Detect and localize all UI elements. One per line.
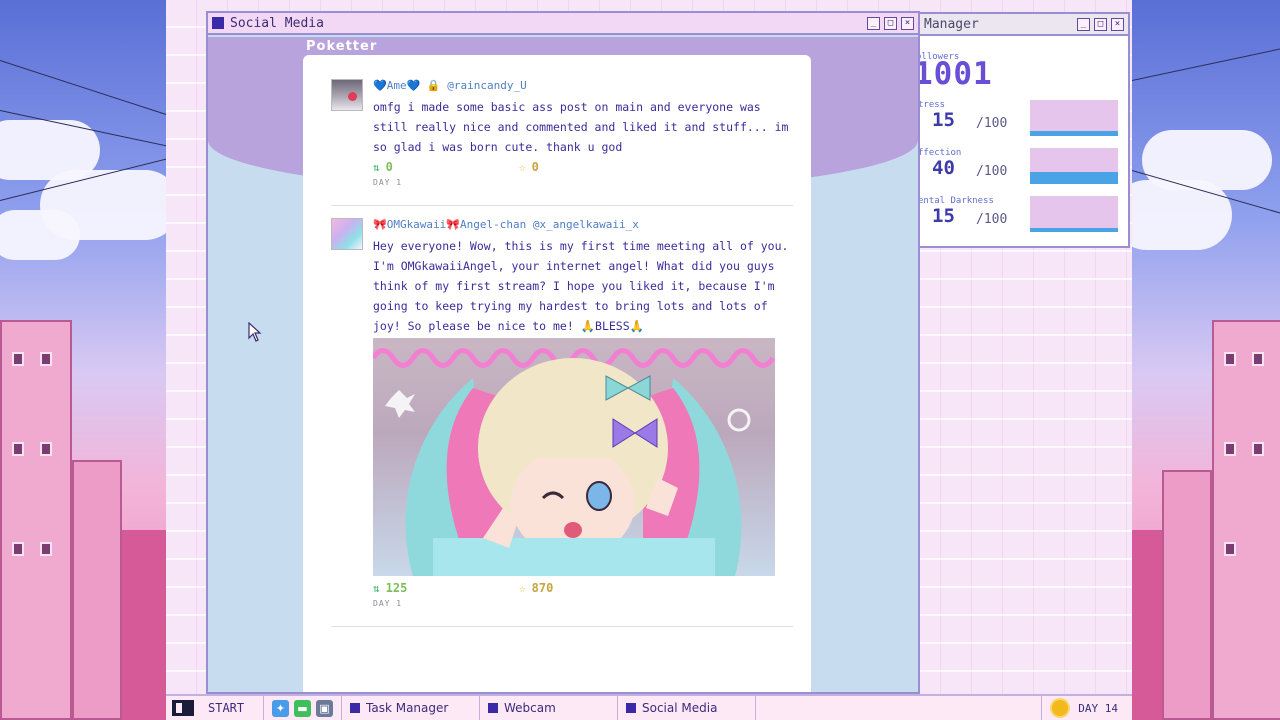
stats-titlebar[interactable]: Manager _ □ ×	[920, 14, 1128, 36]
sun-icon	[1052, 700, 1069, 716]
twitter-icon[interactable]: ✦	[272, 699, 289, 717]
timeline-feed[interactable]: 💙Ame💙 🔒 @raincandy_U omfg i made some ba…	[303, 55, 811, 692]
stat-bar	[1030, 196, 1118, 232]
maximize-button[interactable]: □	[884, 16, 897, 30]
affection-stat: ffection 40 /100	[920, 148, 1126, 194]
post-text: Hey everyone! Wow, this is my first time…	[373, 239, 789, 333]
quick-launch: ✦ ▬ ▣	[264, 696, 342, 720]
favorite-count: 0	[531, 160, 539, 174]
post-display-name[interactable]: 💙Ame💙 🔒	[373, 79, 441, 92]
retweet-icon: ⇅	[373, 581, 380, 595]
window-icon	[488, 703, 498, 713]
retweet-count: 0	[385, 160, 393, 174]
start-icon	[172, 700, 194, 716]
minimize-button[interactable]: _	[1077, 17, 1090, 31]
stat-max: /100	[976, 164, 1008, 179]
day-counter: DAY 14	[1078, 701, 1118, 715]
stat-bar-fill	[1030, 131, 1118, 136]
stat-bar-fill	[1030, 172, 1118, 184]
computer-icon[interactable]: ▣	[316, 699, 333, 717]
start-button[interactable]: START	[166, 696, 264, 720]
close-button[interactable]: ×	[1111, 17, 1124, 31]
window-icon	[350, 703, 360, 713]
window-icon	[626, 703, 636, 713]
post-day: DAY 1	[373, 178, 403, 187]
task-label: Task Manager	[366, 701, 449, 715]
mental-darkness-stat: ental Darkness 15 /100	[920, 196, 1126, 242]
stat-bar	[1030, 100, 1118, 136]
taskbar-social-media[interactable]: Social Media	[618, 696, 756, 720]
post-display-name[interactable]: 🎀OMGkawaii🎀Angel-chan	[373, 218, 526, 231]
followers-count: 1001	[920, 56, 993, 92]
start-label: START	[208, 701, 245, 715]
window-title: Social Media	[230, 15, 324, 31]
post-handle[interactable]: @x_angelkawaii_x	[533, 218, 639, 231]
social-media-window[interactable]: Social Media _ □ × Poketter 💙Ame💙 🔒 @rai…	[206, 11, 920, 694]
maximize-button[interactable]: □	[1094, 17, 1107, 31]
task-label: Social Media	[642, 701, 718, 715]
stat-max: /100	[976, 212, 1008, 227]
post-day: DAY 1	[373, 599, 403, 608]
stat-bar-fill	[1030, 228, 1118, 232]
background-scenery-right	[1132, 0, 1280, 720]
window-title: Manager	[924, 16, 979, 32]
favorite-button[interactable]: ☆ 0	[519, 159, 539, 175]
retweet-button[interactable]: ⇅ 0	[373, 159, 519, 175]
stat-value: 40	[932, 157, 955, 179]
taskbar: START ✦ ▬ ▣ Task Manager Webcam Social M…	[166, 694, 1132, 720]
mouse-cursor-icon	[248, 322, 262, 342]
task-label: Webcam	[504, 701, 556, 715]
retweet-button[interactable]: ⇅ 125	[373, 580, 519, 596]
chat-icon[interactable]: ▬	[294, 699, 311, 717]
post-image[interactable]	[373, 338, 775, 576]
app-name: Poketter	[306, 39, 378, 54]
taskbar-task-manager[interactable]: Task Manager	[342, 696, 480, 720]
minimize-button[interactable]: _	[867, 16, 880, 30]
favorite-button[interactable]: ☆ 870	[519, 580, 553, 596]
star-icon: ☆	[519, 160, 526, 174]
close-button[interactable]: ×	[901, 16, 914, 30]
background-scenery-left	[0, 0, 166, 720]
stat-value: 15	[932, 205, 955, 227]
anime-girl-illustration	[373, 348, 775, 576]
social-media-titlebar[interactable]: Social Media _ □ ×	[208, 13, 918, 35]
retweet-count: 125	[385, 581, 408, 595]
star-icon: ☆	[519, 581, 526, 595]
post-handle[interactable]: @raincandy_U	[447, 79, 526, 92]
stat-bar	[1030, 148, 1118, 184]
post-text: omfg i made some basic ass post on main …	[373, 100, 789, 154]
stress-stat: tress 15 /100	[920, 100, 1126, 146]
stat-value: 15	[932, 109, 955, 131]
system-tray: DAY 14	[1041, 696, 1132, 720]
avatar[interactable]	[331, 79, 363, 111]
retweet-icon: ⇅	[373, 160, 380, 174]
post[interactable]: 💙Ame💙 🔒 @raincandy_U omfg i made some ba…	[331, 55, 793, 206]
stats-manager-window[interactable]: Manager _ □ × ollowers 1001 tress 15 /10…	[918, 12, 1130, 248]
window-app-icon	[212, 17, 224, 29]
taskbar-webcam[interactable]: Webcam	[480, 696, 618, 720]
stat-max: /100	[976, 116, 1008, 131]
avatar[interactable]	[331, 218, 363, 250]
post[interactable]: 🎀OMGkawaii🎀Angel-chan @x_angelkawaii_x H…	[331, 206, 793, 627]
favorite-count: 870	[531, 581, 554, 595]
